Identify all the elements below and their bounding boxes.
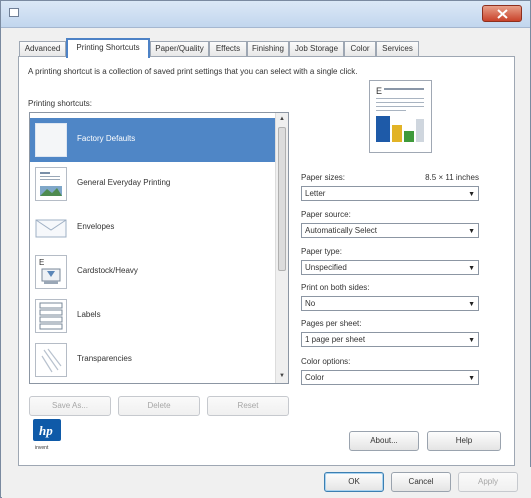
app-icon [9,8,19,17]
printer-properties-dialog: Advanced Printing Shortcuts Paper/Qualit… [0,0,531,498]
cardstock-icon: E [35,255,67,289]
delete-button[interactable]: Delete [118,396,200,416]
chevron-down-icon: ▼ [468,301,475,308]
envelope-icon [35,211,67,245]
close-icon [497,9,508,19]
list-item-label: Factory Defaults [77,134,136,143]
tab-finishing[interactable]: Finishing [247,41,289,57]
tab-printing-shortcuts[interactable]: Printing Shortcuts [66,38,150,58]
about-button[interactable]: About... [349,431,419,451]
reset-button[interactable]: Reset [207,396,289,416]
duplex-label: Print on both sides: [301,283,370,292]
scroll-up-icon[interactable]: ▲ [276,113,288,126]
close-button[interactable] [482,5,522,22]
tab-advanced[interactable]: Advanced [19,41,66,57]
document-preview: E [369,80,432,153]
photo-page-icon [35,167,67,201]
apply-button[interactable]: Apply [458,472,518,492]
chevron-down-icon: ▼ [468,265,475,272]
list-item-transparencies[interactable]: Transparencies [30,338,276,382]
list-item-label: General Everyday Printing [77,178,171,187]
hp-logo-text: invent [35,445,49,451]
paper-type-value: Unspecified [305,263,347,272]
paper-type-label: Paper type: [301,247,342,256]
list-item-general-everyday[interactable]: General Everyday Printing [30,162,276,206]
cancel-button[interactable]: Cancel [391,472,451,492]
pages-per-sheet-select[interactable]: 1 page per sheet ▼ [301,332,479,347]
list-item-factory-defaults[interactable]: Factory Defaults [30,118,276,162]
labels-icon [35,299,67,333]
list-item-cardstock[interactable]: E Cardstock/Heavy [30,250,276,294]
paper-sizes-select[interactable]: Letter ▼ [301,186,479,201]
shortcuts-list-label: Printing shortcuts: [28,99,93,108]
svg-text:hp: hp [39,423,53,438]
blank-page-icon [35,123,67,157]
paper-source-value: Automatically Select [305,226,378,235]
svg-text:E: E [376,86,382,96]
paper-source-select[interactable]: Automatically Select ▼ [301,223,479,238]
dialog-footer [2,467,531,498]
paper-source-label: Paper source: [301,210,351,219]
chevron-down-icon: ▼ [468,337,475,344]
pages-per-sheet-label: Pages per sheet: [301,319,362,328]
save-as-button[interactable]: Save As... [29,396,111,416]
shortcut-description: A printing shortcut is a collection of s… [28,67,358,76]
chevron-down-icon: ▼ [468,191,475,198]
list-item-label: Labels [77,310,101,319]
list-item-envelopes[interactable]: Envelopes [30,206,276,250]
shortcuts-list[interactable]: Factory Defaults General Everyday Printi… [29,112,289,384]
tab-paper-quality[interactable]: Paper/Quality [150,41,209,57]
list-item-label: Transparencies [77,354,132,363]
list-item-labels[interactable]: Labels [30,294,276,338]
paper-sizes-label: Paper sizes: [301,173,346,182]
color-options-select[interactable]: Color ▼ [301,370,479,385]
color-options-label: Color options: [301,357,351,366]
pages-per-sheet-value: 1 page per sheet [305,335,366,344]
tab-job-storage[interactable]: Job Storage [289,41,344,57]
paper-type-select[interactable]: Unspecified ▼ [301,260,479,275]
chevron-down-icon: ▼ [468,228,475,235]
chevron-down-icon: ▼ [468,375,475,382]
color-options-value: Color [305,373,325,382]
duplex-value: No [305,299,316,308]
list-item-label: Cardstock/Heavy [77,266,138,275]
help-button[interactable]: Help [427,431,501,451]
paper-size-dimensions: 8.5 × 11 inches [425,173,479,182]
tab-color[interactable]: Color [344,41,376,57]
ok-button[interactable]: OK [324,472,384,492]
paper-sizes-value: Letter [305,189,326,198]
duplex-select[interactable]: No ▼ [301,296,479,311]
svg-text:E: E [39,258,44,267]
list-item-label: Envelopes [77,222,115,231]
scroll-down-icon[interactable]: ▼ [276,370,288,383]
tab-effects[interactable]: Effects [209,41,247,57]
title-bar [1,1,530,28]
scroll-thumb[interactable] [278,127,286,271]
tab-services[interactable]: Services [376,41,419,57]
hp-logo: hp invent [32,418,62,452]
transparency-icon [35,343,67,377]
list-scrollbar[interactable]: ▲ ▼ [275,113,288,383]
